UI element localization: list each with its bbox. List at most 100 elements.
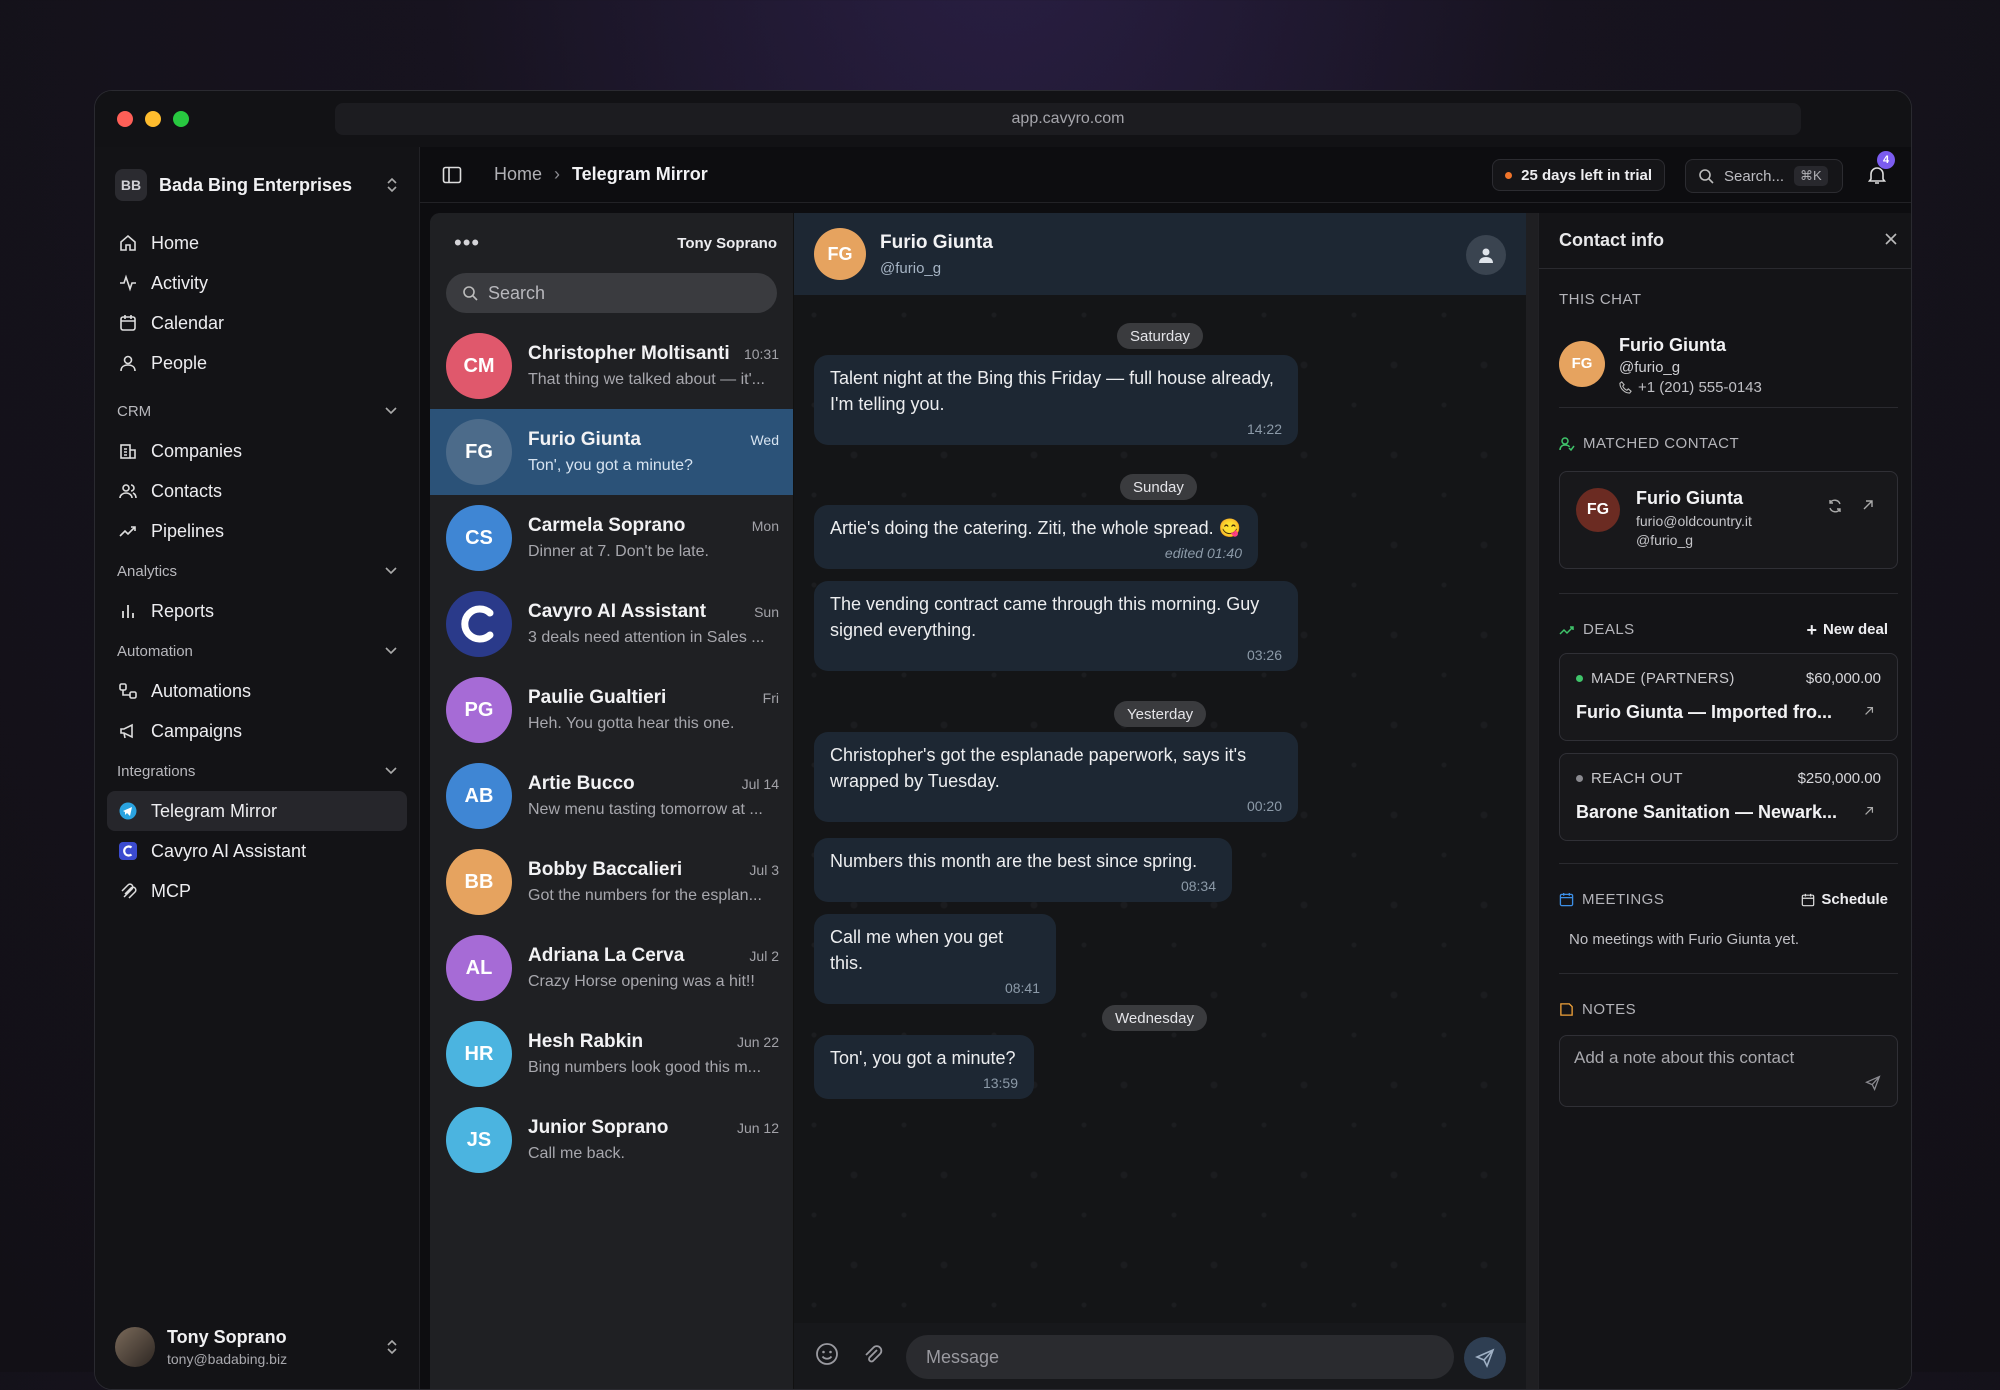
nav-label: Campaigns xyxy=(151,720,243,741)
chat-list-item[interactable]: AL Adriana La Cerva Jul 2 Crazy Horse openi… xyxy=(430,925,793,1011)
nav-section-integrations[interactable]: Integrations xyxy=(107,751,407,791)
zoom-window-button[interactable] xyxy=(173,111,189,127)
message-text: Artie's doing the catering. Ziti, the wh… xyxy=(830,518,1242,538)
chat-search-input[interactable]: Search xyxy=(446,273,777,313)
activity-icon xyxy=(117,272,139,294)
address-bar[interactable]: app.cavyro.com xyxy=(335,103,1801,135)
chat-list-item[interactable]: CM Christopher Moltisanti 10:31 That thing … xyxy=(430,323,793,409)
message-text: Christopher's got the esplanade paperwor… xyxy=(830,745,1247,791)
user-menu[interactable]: Tony Soprano tony@badabing.biz xyxy=(115,1325,399,1369)
chat-name: Christopher Moltisanti xyxy=(528,343,730,364)
refresh-icon[interactable] xyxy=(1827,498,1843,519)
avatar: FG xyxy=(446,419,512,485)
section-label: DEALS xyxy=(1583,621,1635,638)
nav-label: Companies xyxy=(151,440,243,461)
sidebar-toggle-icon[interactable] xyxy=(442,165,462,190)
nav-label: MCP xyxy=(151,880,191,901)
message-bubble: Artie's doing the catering. Ziti, the wh… xyxy=(814,505,1258,569)
nav-cavyro-ai[interactable]: Cavyro AI Assistant xyxy=(107,831,407,871)
minimize-window-button[interactable] xyxy=(145,111,161,127)
message-bubble: The vending contract came through this m… xyxy=(814,581,1298,671)
section-label: Integrations xyxy=(117,762,196,780)
nav-calendar[interactable]: Calendar xyxy=(107,303,407,343)
nav-mcp[interactable]: MCP xyxy=(107,871,407,911)
note-input[interactable]: Add a note about this contact xyxy=(1559,1035,1898,1107)
send-icon[interactable] xyxy=(1864,1075,1881,1096)
person-icon xyxy=(117,352,139,374)
chat-list-item[interactable]: PG Paulie Gualtieri Fri Heh. You gotta hear… xyxy=(430,667,793,753)
search-icon xyxy=(463,286,478,301)
message-text: Numbers this month are the best since sp… xyxy=(830,851,1198,871)
panel-title: Contact info xyxy=(1559,230,1664,250)
nav-pipelines[interactable]: Pipelines xyxy=(107,511,407,551)
conversation-name[interactable]: Furio Giunta xyxy=(880,232,993,254)
matched-contact-card[interactable]: FG Furio Giunta furio@oldcountry.it @fur… xyxy=(1559,471,1898,569)
new-deal-button[interactable]: + New deal xyxy=(1806,621,1888,639)
schedule-button[interactable]: Schedule xyxy=(1801,891,1888,908)
profile-button[interactable] xyxy=(1466,235,1506,275)
conversation: FG Furio Giunta @furio_g Saturday Talent… xyxy=(794,213,1526,1389)
nav-contacts[interactable]: Contacts xyxy=(107,471,407,511)
chat-name: Adriana La Cerva xyxy=(528,945,685,966)
breadcrumb-home[interactable]: Home xyxy=(494,164,542,185)
chat-preview: Dinner at 7. Don't be late. xyxy=(528,543,709,560)
nav-home[interactable]: Home xyxy=(107,223,407,263)
button-label: Schedule xyxy=(1821,891,1888,908)
message-input[interactable]: Message xyxy=(906,1335,1454,1379)
mcp-icon xyxy=(117,880,139,902)
chevron-right-icon: › xyxy=(554,164,561,184)
external-link-icon[interactable] xyxy=(1863,704,1875,722)
chat-list-item[interactable]: CS Carmela Soprano Mon Dinner at 7. Don't b… xyxy=(430,495,793,581)
nav-people[interactable]: People xyxy=(107,343,407,383)
chat-list-item[interactable]: HR Hesh Rabkin Jun 22 Bing numbers look goo… xyxy=(430,1011,793,1097)
nav-campaigns[interactable]: Campaigns xyxy=(107,711,407,751)
nav-telegram-mirror[interactable]: Telegram Mirror xyxy=(107,791,407,831)
title-bar: app.cavyro.com xyxy=(95,91,1911,147)
deal-card[interactable]: MADE (PARTNERS) $60,000.00 Furio Giunta … xyxy=(1559,653,1898,741)
notifications-button[interactable]: 4 xyxy=(1863,151,1895,189)
trial-badge[interactable]: 25 days left in trial xyxy=(1492,159,1665,191)
nav-label: Activity xyxy=(151,272,209,293)
emoji-icon[interactable] xyxy=(814,1341,840,1372)
nav-section-crm[interactable]: CRM xyxy=(107,391,407,431)
avatar: AB xyxy=(446,763,512,829)
chat-time: Wed xyxy=(750,432,779,448)
chat-list-item[interactable]: FG Furio Giunta Wed Ton', you got a minute? xyxy=(430,409,793,495)
close-window-button[interactable] xyxy=(117,111,133,127)
chat-list-item[interactable]: BB Bobby Baccalieri Jul 3 Got the numbers f… xyxy=(430,839,793,925)
chevron-updown-icon xyxy=(387,177,397,193)
global-search[interactable]: Search... ⌘K xyxy=(1685,159,1843,193)
nav-reports[interactable]: Reports xyxy=(107,591,407,631)
chevron-down-icon xyxy=(385,407,397,415)
phone-icon xyxy=(1619,381,1632,394)
nav-automations[interactable]: Automations xyxy=(107,671,407,711)
more-icon[interactable]: ••• xyxy=(454,230,480,256)
external-link-icon[interactable] xyxy=(1863,804,1875,822)
nav-label: Telegram Mirror xyxy=(151,800,278,821)
meetings-label: MEETINGS xyxy=(1559,891,1664,908)
nav-section-automation[interactable]: Automation xyxy=(107,631,407,671)
chat-preview: Ton', you got a minute? xyxy=(528,457,693,474)
deal-card[interactable]: REACH OUT $250,000.00 Barone Sanitation … xyxy=(1559,753,1898,841)
keyboard-shortcut: ⌘K xyxy=(1794,166,1828,186)
nav-activity[interactable]: Activity xyxy=(107,263,407,303)
matched-contact-label: MATCHED CONTACT xyxy=(1559,435,1739,452)
attach-icon[interactable] xyxy=(860,1342,884,1371)
this-chat-label: THIS CHAT xyxy=(1559,291,1642,308)
chat-list-item[interactable]: JS Junior Soprano Jun 12 Call me back. xyxy=(430,1097,793,1183)
close-icon[interactable] xyxy=(1884,230,1898,251)
this-chat-card: FG Furio Giunta @furio_g +1 (201) 555-01… xyxy=(1559,331,1762,396)
nav-section-analytics[interactable]: Analytics xyxy=(107,551,407,591)
external-link-icon[interactable] xyxy=(1861,498,1875,517)
workspace-switcher[interactable]: BB Bada Bing Enterprises xyxy=(115,167,399,203)
note-placeholder: Add a note about this contact xyxy=(1574,1048,1795,1067)
chat-list-item[interactable]: Cavyro AI Assistant Sun 3 deals need atten… xyxy=(430,581,793,667)
message-text: Ton', you got a minute? xyxy=(830,1048,1016,1068)
button-label: New deal xyxy=(1822,621,1888,638)
nav-companies[interactable]: Companies xyxy=(107,431,407,471)
chevron-updown-icon xyxy=(387,1339,397,1355)
chat-list-item[interactable]: AB Artie Bucco Jul 14 New menu tasting tomo… xyxy=(430,753,793,839)
message-bubble: Numbers this month are the best since sp… xyxy=(814,838,1232,902)
send-button[interactable] xyxy=(1464,1337,1506,1379)
deal-amount: $250,000.00 xyxy=(1797,770,1881,787)
